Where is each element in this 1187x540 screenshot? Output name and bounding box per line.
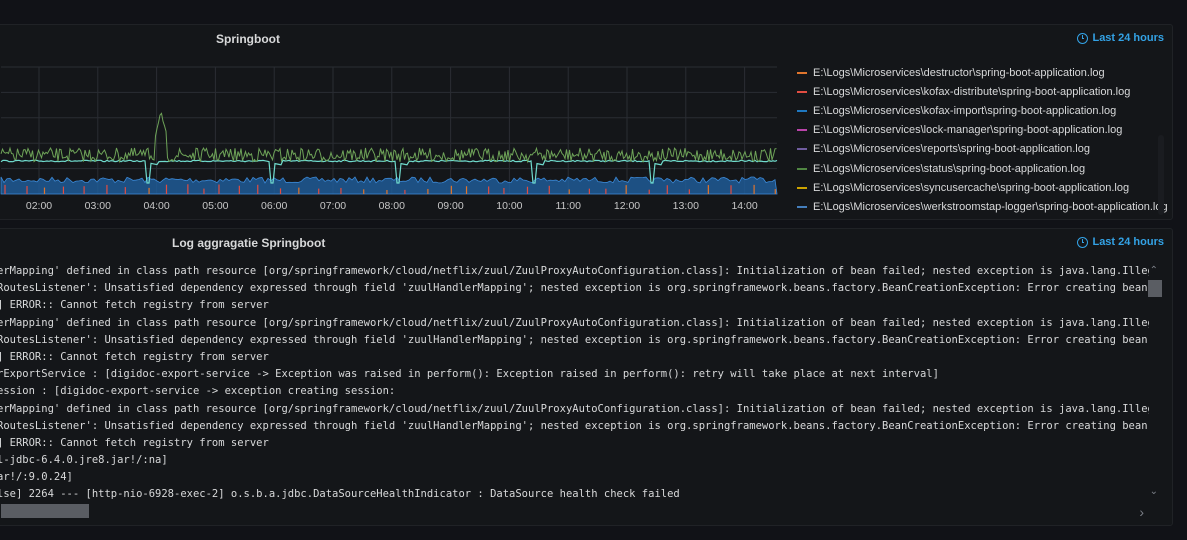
log-line: RoutesListener': Unsatisfied dependency …	[0, 282, 1149, 295]
legend-item[interactable]: E:\Logs\Microservices\kofax-import\sprin…	[797, 101, 1167, 120]
x-tick-label: 08:00	[379, 200, 405, 212]
legend-label: E:\Logs\Microservices\destructor\spring-…	[813, 66, 1105, 79]
legend-label: E:\Logs\Microservices\kofax-distribute\s…	[813, 85, 1131, 98]
legend-label: E:\Logs\Microservices\werkstroomstap-log…	[813, 200, 1168, 213]
legend-label: E:\Logs\Microservices\reports\spring-boo…	[813, 143, 1090, 156]
clock-icon	[1077, 236, 1089, 248]
legend-label: E:\Logs\Microservices\lock-manager\sprin…	[813, 124, 1123, 137]
log-line: RoutesListener': Unsatisfied dependency …	[0, 333, 1149, 346]
legend-label: E:\Logs\Microservices\syncusercache\spri…	[813, 181, 1130, 194]
log-line: erMapping' defined in class path resourc…	[0, 265, 1149, 277]
legend-swatch	[797, 186, 807, 189]
x-tick-label: 04:00	[143, 200, 169, 212]
legend-swatch	[797, 109, 807, 112]
springboot-line-chart[interactable]: 02:00 03:00 04:00 05:00 06:00 07:00 08:00 09:00…	[0, 25, 787, 221]
legend-item[interactable]: E:\Logs\Microservices\reports\spring-boo…	[797, 140, 1167, 159]
log-line: rExportService : [digidoc-export-service…	[0, 368, 939, 381]
x-tick-label: 06:00	[261, 200, 287, 212]
legend-label: E:\Logs\Microservices\status\spring-boot…	[813, 162, 1086, 175]
log-line: erMapping' defined in class path resourc…	[0, 316, 1149, 329]
panel-title[interactable]: Log aggragatie Springboot	[172, 236, 325, 250]
time-range-badge[interactable]: Last 24 hours	[1077, 32, 1164, 44]
x-tick-label: 10:00	[496, 200, 522, 212]
scroll-right-icon[interactable]: ›	[1139, 504, 1144, 520]
legend-item[interactable]: E:\Logs\Microservices\lock-manager\sprin…	[797, 121, 1167, 140]
x-tick-label: 09:00	[437, 200, 463, 212]
log-line: erMapping' defined in class path resourc…	[0, 402, 1149, 415]
legend-swatch	[797, 167, 807, 170]
scroll-up-icon[interactable]: ⌃	[1150, 265, 1158, 276]
scroll-down-icon[interactable]: ⌄	[1150, 486, 1158, 497]
horizontal-scroll-thumb[interactable]	[1, 504, 89, 518]
log-line: l-jdbc-6.4.0.jre8.jar!/:na]	[0, 454, 168, 467]
log-lines: erMapping' defined in class path resourc…	[0, 263, 1149, 504]
x-tick-label: 14:00	[731, 200, 757, 212]
x-tick-label: 11:00	[555, 200, 581, 212]
clock-icon	[1077, 32, 1089, 44]
legend-scrollbar[interactable]	[1158, 135, 1164, 215]
time-range-badge[interactable]: Last 24 hours	[1077, 236, 1164, 248]
x-tick-label: 07:00	[320, 200, 346, 212]
legend-swatch	[797, 129, 807, 132]
log-line: ession : [digidoc-export-service -> exce…	[0, 385, 396, 398]
log-line: ] ERROR:: Cannot fetch registry from ser…	[0, 350, 269, 363]
log-line: RoutesListener': Unsatisfied dependency …	[0, 419, 1149, 432]
legend-item[interactable]: E:\Logs\Microservices\destructor\spring-…	[797, 63, 1167, 82]
legend-swatch	[797, 71, 807, 74]
legend-swatch	[797, 148, 807, 151]
x-tick-label: 03:00	[85, 200, 111, 212]
springboot-graph-panel: Springboot Last 24 hours 02:00 03:00 04:00…	[0, 24, 1173, 220]
x-tick-label: 02:00	[26, 200, 52, 212]
time-range-label: Last 24 hours	[1092, 32, 1164, 44]
series-area-blue	[0, 176, 778, 195]
log-line: ar!/:9.0.24]	[0, 471, 73, 484]
legend-item[interactable]: E:\Logs\Microservices\syncusercache\spri…	[797, 178, 1167, 197]
log-line: lse] 2264 --- [http-nio-6928-exec-2] o.s…	[0, 488, 680, 501]
x-tick-label: 13:00	[673, 200, 699, 212]
legend-label: E:\Logs\Microservices\kofax-import\sprin…	[813, 104, 1117, 117]
vertical-scroll-thumb[interactable]	[1148, 280, 1162, 297]
chart-legend: E:\Logs\Microservices\destructor\spring-…	[797, 63, 1168, 217]
legend-swatch	[797, 90, 807, 93]
legend-item[interactable]: E:\Logs\Microservices\werkstroomstap-log…	[797, 197, 1168, 216]
legend-item[interactable]: E:\Logs\Microservices\kofax-distribute\s…	[797, 82, 1167, 101]
log-line: ] ERROR:: Cannot fetch registry from ser…	[0, 436, 269, 449]
x-tick-label: 12:00	[614, 200, 640, 212]
legend-item[interactable]: E:\Logs\Microservices\status\spring-boot…	[797, 159, 1167, 178]
log-line: ] ERROR:: Cannot fetch registry from ser…	[0, 299, 269, 312]
time-range-label: Last 24 hours	[1092, 236, 1164, 248]
legend-swatch	[797, 205, 807, 208]
log-aggregation-panel: Log aggragatie Springboot Last 24 hours …	[0, 228, 1173, 526]
series-line-green	[0, 112, 777, 164]
x-tick-label: 05:00	[202, 200, 228, 212]
